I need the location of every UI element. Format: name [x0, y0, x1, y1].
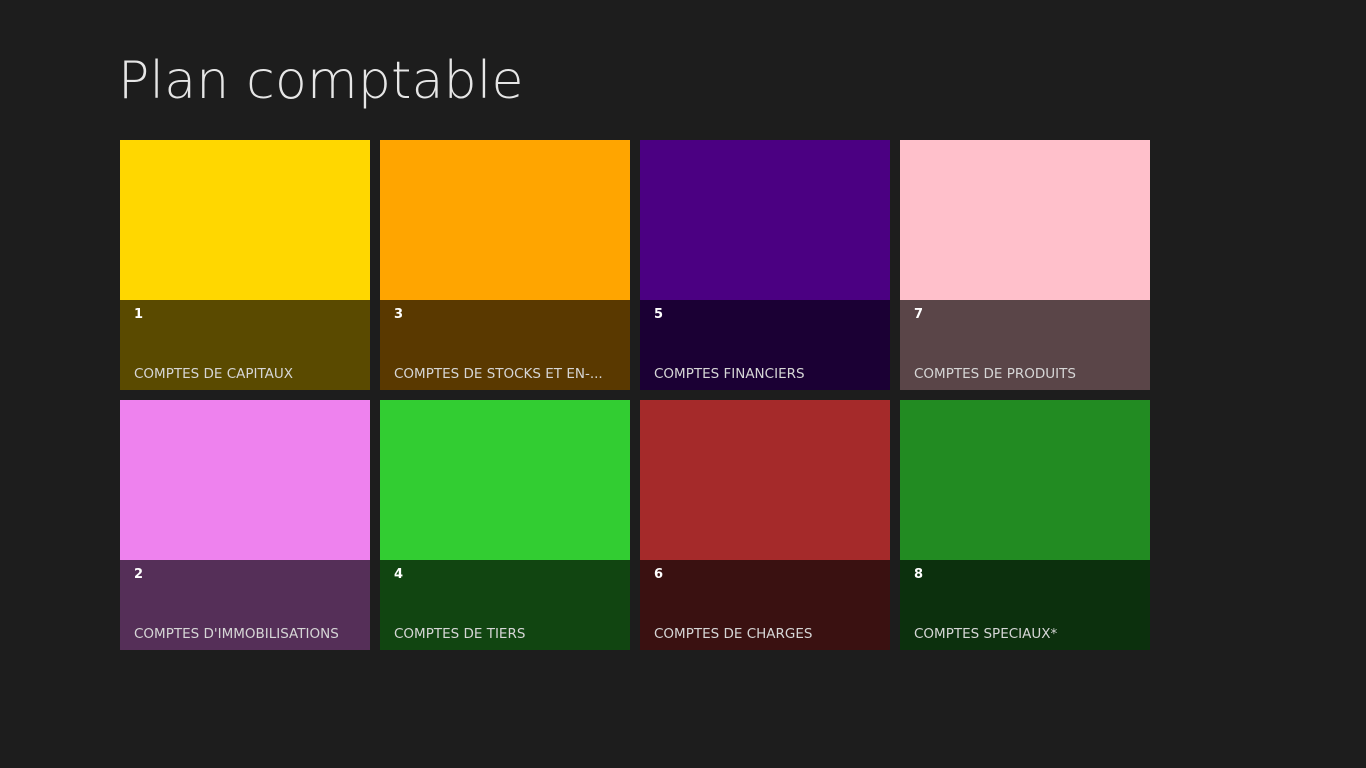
tile-color-area	[640, 140, 890, 300]
tile-number: 1	[134, 307, 144, 322]
tile-number: 8	[914, 567, 924, 582]
tile-comptes-de-tiers[interactable]: 4 COMPTES DE TIERS	[380, 400, 630, 650]
tile-number: 2	[134, 567, 144, 582]
tile-color-area	[380, 140, 630, 300]
tile-number: 3	[394, 307, 404, 322]
tile-number: 6	[654, 567, 664, 582]
tile-number: 4	[394, 567, 404, 582]
tile-caption: 6 COMPTES DE CHARGES	[640, 560, 890, 650]
tile-number: 5	[654, 307, 664, 322]
tile-caption: 1 COMPTES DE CAPITAUX	[120, 300, 370, 390]
tile-comptes-d-immobilisations[interactable]: 2 COMPTES D'IMMOBILISATIONS	[120, 400, 370, 650]
tile-caption: 2 COMPTES D'IMMOBILISATIONS	[120, 560, 370, 650]
tile-comptes-de-capitaux[interactable]: 1 COMPTES DE CAPITAUX	[120, 140, 370, 390]
tile-caption: 7 COMPTES DE PRODUITS	[900, 300, 1150, 390]
tile-comptes-de-charges[interactable]: 6 COMPTES DE CHARGES	[640, 400, 890, 650]
tile-color-area	[120, 140, 370, 300]
tile-label: COMPTES DE CHARGES	[654, 626, 813, 642]
tile-color-area	[120, 400, 370, 560]
tile-comptes-financiers[interactable]: 5 COMPTES FINANCIERS	[640, 140, 890, 390]
tile-comptes-speciaux[interactable]: 8 COMPTES SPECIAUX*	[900, 400, 1150, 650]
tile-comptes-de-produits[interactable]: 7 COMPTES DE PRODUITS	[900, 140, 1150, 390]
tile-caption: 5 COMPTES FINANCIERS	[640, 300, 890, 390]
tile-caption: 8 COMPTES SPECIAUX*	[900, 560, 1150, 650]
page-title: Plan comptable	[118, 51, 524, 111]
tile-label: COMPTES DE CAPITAUX	[134, 366, 294, 382]
tile-label: COMPTES DE STOCKS ET EN-...	[394, 366, 603, 382]
tile-label: COMPTES D'IMMOBILISATIONS	[134, 626, 339, 642]
tile-caption: 4 COMPTES DE TIERS	[380, 560, 630, 650]
tile-comptes-de-stocks[interactable]: 3 COMPTES DE STOCKS ET EN-...	[380, 140, 630, 390]
tile-label: COMPTES FINANCIERS	[654, 366, 805, 382]
tile-color-area	[900, 140, 1150, 300]
tile-caption: 3 COMPTES DE STOCKS ET EN-...	[380, 300, 630, 390]
tile-color-area	[640, 400, 890, 560]
tile-label: COMPTES DE PRODUITS	[914, 366, 1076, 382]
tile-label: COMPTES DE TIERS	[394, 626, 526, 642]
account-class-grid: 1 COMPTES DE CAPITAUX 2 COMPTES D'IMMOBI…	[120, 140, 1150, 650]
tile-number: 7	[914, 307, 924, 322]
tile-color-area	[380, 400, 630, 560]
tile-color-area	[900, 400, 1150, 560]
tile-label: COMPTES SPECIAUX*	[914, 626, 1058, 642]
